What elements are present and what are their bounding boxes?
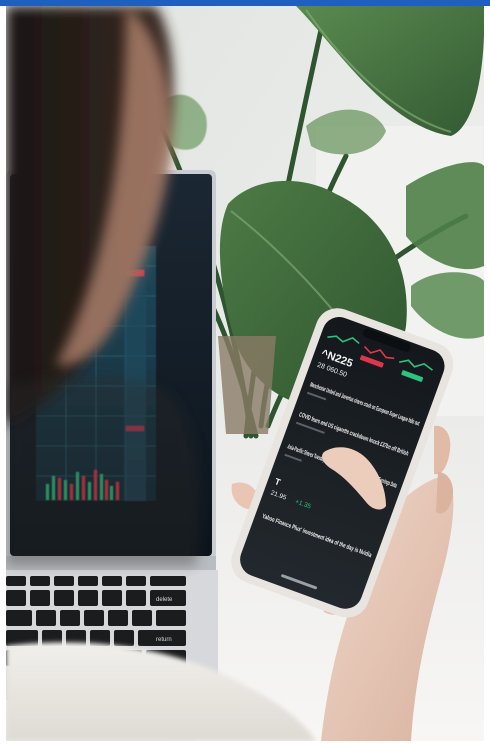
- plant-pot: [218, 336, 276, 434]
- key-label-return: return: [156, 637, 172, 643]
- screenshot-frame: delete return ^N225 28 060.50 COVID fear…: [0, 0, 490, 747]
- stock-photo: delete return ^N225 28 060.50 COVID fear…: [6, 6, 484, 741]
- key-label-delete: delete: [156, 597, 173, 603]
- photo-illustration: delete return ^N225 28 060.50 COVID fear…: [6, 6, 484, 741]
